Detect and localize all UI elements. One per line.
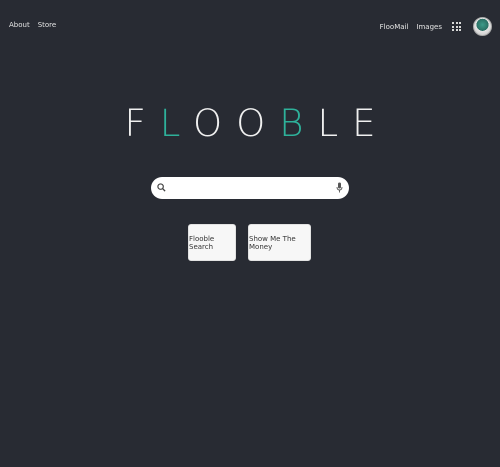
microphone-icon[interactable] [336,182,343,193]
search-input[interactable] [169,182,333,194]
search-bar [151,177,349,199]
feeling-lucky-button[interactable]: Show Me The Money [248,224,311,261]
images-link[interactable]: Images [416,23,442,31]
mail-link[interactable]: FlooMail [380,23,409,31]
store-link[interactable]: Store [38,21,57,29]
logo-letter-l: L [317,102,353,145]
apps-grid-icon[interactable] [452,22,461,31]
top-right-nav: FlooMail Images [380,17,492,36]
logo-letter-e: E [352,102,390,145]
logo-letter-l: L [159,102,194,145]
logo-letter-o: O [193,102,237,145]
logo-letter-b: B [279,102,318,145]
search-icon [157,183,166,192]
logo-letter-f: F [124,102,160,145]
avatar[interactable] [473,17,492,36]
logo-letter-o: O [236,102,280,145]
logo: FLOOBLE [0,102,500,145]
search-button[interactable]: Flooble Search [188,224,236,261]
about-link[interactable]: About [9,21,30,29]
top-left-nav: About Store [9,21,56,29]
